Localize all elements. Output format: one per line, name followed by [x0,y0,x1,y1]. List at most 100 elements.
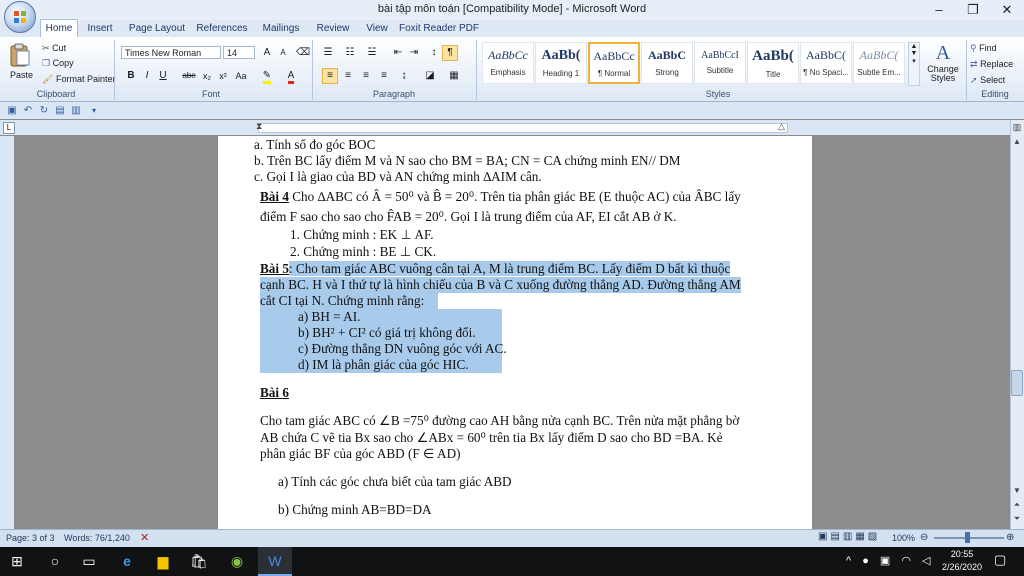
change-styles-button[interactable]: A Change Styles [924,42,962,86]
align-center-icon[interactable]: ≡ [340,68,356,84]
scroll-up-icon[interactable]: ▲ [1011,137,1023,149]
style-title[interactable]: AaBb( Title [747,42,799,84]
styles-scroll[interactable]: ▲ ▼ ▾ [908,42,920,86]
highlight-button[interactable]: ✎ [259,68,275,84]
font-color-button[interactable]: A [283,68,299,84]
tab-mailings[interactable]: Mailings [258,20,304,37]
clock-date[interactable]: 2/26/2020 [936,562,988,572]
increase-indent-icon[interactable]: ⇥ [406,45,422,61]
qat-dropdown-icon[interactable]: ▾ [86,103,102,119]
close-button[interactable]: ✕ [990,0,1024,20]
justify-icon[interactable]: ≡ [376,68,392,84]
tab-home[interactable]: Home [40,19,78,38]
tab-references[interactable]: References [194,20,250,37]
line-spacing-icon[interactable]: ↨ [396,68,412,84]
windows-start-icon[interactable]: ⊞ [0,547,34,576]
cut-button[interactable]: ✂ Cut [42,43,66,54]
clear-format-icon[interactable]: ⌫ [295,45,311,61]
paste-button[interactable] [8,42,32,68]
select-button[interactable]: ➚ Select [970,75,1005,86]
view-buttons[interactable]: ▣▤▥▦▧ [818,531,888,544]
tab-selector-icon[interactable]: L [3,122,15,134]
doc-line: b) Chứng minh AB=BD=DA [278,502,432,517]
style-subtle-emphasis[interactable]: AaBbC( Subtle Em... [853,42,905,84]
ruler-toggle-icon[interactable]: ▥ [1011,122,1023,134]
page-count[interactable]: Page: 3 of 3 [6,533,55,543]
tab-view[interactable]: View [362,20,392,37]
italic-button[interactable]: I [139,68,155,84]
open-icon[interactable]: ▥ [68,103,84,119]
group-divider [476,40,477,100]
align-right-icon[interactable]: ≡ [358,68,374,84]
decrease-indent-icon[interactable]: ⇤ [390,45,406,61]
next-page-icon[interactable]: ⏷ [1011,514,1023,526]
underline-button[interactable]: U [155,68,171,84]
change-case-button[interactable]: Aa [233,68,249,84]
clock-time[interactable]: 20:55 [940,549,984,559]
style-normal[interactable]: AaBbCc ¶ Normal [588,42,640,84]
find-button[interactable]: ⚲ Find [970,43,997,54]
zoom-out-icon[interactable]: ⊖ [920,532,928,543]
scroll-thumb[interactable] [1011,370,1023,396]
multilevel-list-icon[interactable]: ☱ [364,45,380,61]
font-name-combo[interactable]: Times New Roman [121,46,221,59]
style-no-spacing[interactable]: AaBbC( ¶ No Spaci... [800,42,852,84]
zoom-slider-thumb[interactable] [965,532,970,543]
task-view-icon[interactable]: ▭ [72,547,106,576]
style-heading-1[interactable]: AaBb( Heading 1 [535,42,587,84]
copy-button[interactable]: ❐ Copy [42,58,74,69]
bullets-icon[interactable]: ☰ [320,45,336,61]
zoom-level[interactable]: 100% [892,533,915,543]
ruler-track[interactable] [258,123,788,133]
grow-font-button[interactable]: A [259,45,275,61]
file-explorer-icon[interactable]: ▆ [146,547,180,576]
font-color-icon: A [287,70,295,84]
search-icon[interactable]: ○ [38,547,72,576]
save-icon[interactable]: ▣ [4,103,20,119]
vertical-scrollbar[interactable] [1010,120,1024,529]
show-marks-icon[interactable]: ¶ [442,45,458,61]
shading-icon[interactable]: ◪ [422,68,438,84]
redo-icon[interactable]: ↻ [36,103,52,119]
undo-icon[interactable]: ↶ [20,103,36,119]
strikethrough-button[interactable]: abe [181,68,197,84]
superscript-button[interactable]: x² [215,68,231,84]
replace-button[interactable]: ⇄ Replace [970,59,1013,70]
tab-foxit-reader-pdf[interactable]: Foxit Reader PDF [398,20,480,37]
office-button[interactable] [4,1,36,33]
borders-icon[interactable]: ▦ [446,68,462,84]
indent-marker-icon[interactable]: ⧗ [256,121,262,132]
font-size-combo[interactable]: 14 [223,46,255,59]
scroll-down-icon[interactable]: ▼ [1011,486,1023,498]
style-emphasis[interactable]: AaBbCc Emphasis [482,42,534,84]
tray-icons[interactable]: ^ ● ▣ ◠ ◁ [846,554,934,567]
format-painter-button[interactable]: 🖌 Format Painter [42,74,115,85]
word-count[interactable]: Words: 76/1,240 [64,533,130,543]
tab-page-layout[interactable]: Page Layout [126,20,188,37]
right-indent-marker-icon[interactable]: △ [778,121,785,132]
word-taskbar-icon[interactable]: W [258,547,292,576]
proofing-icon[interactable]: ✕ [140,531,149,544]
style-strong[interactable]: AaBbC Strong [641,42,693,84]
bold-button[interactable]: B [123,68,139,84]
document-page[interactable]: a. Tính số đo góc BOC b. Trên BC lấy điể… [218,136,812,529]
notification-icon[interactable]: ▢ [994,552,1006,568]
store-icon[interactable]: 🛍 [182,547,216,576]
sort-icon[interactable]: ↕ [426,45,442,61]
print-preview-icon[interactable]: ▤ [52,103,68,119]
app-icon[interactable]: ◉ [220,547,254,576]
edge-browser-icon[interactable]: e [110,547,144,576]
numbering-icon[interactable]: ☷ [342,45,358,61]
previous-page-icon[interactable]: ⏶ [1011,500,1023,512]
change-styles-icon: A [935,42,951,64]
format-painter-label: Format Painter [55,74,116,84]
zoom-in-icon[interactable]: ⊕ [1006,532,1014,543]
align-left-icon[interactable]: ≡ [322,68,338,84]
restore-button[interactable]: ❐ [956,0,990,20]
subscript-button[interactable]: x₂ [199,68,215,84]
tab-review[interactable]: Review [312,20,354,37]
style-subtitle[interactable]: AaBbCcI Subtitle [694,42,746,84]
minimize-button[interactable]: – [922,0,956,20]
shrink-font-button[interactable]: A [275,45,291,61]
tab-insert[interactable]: Insert [82,20,118,37]
